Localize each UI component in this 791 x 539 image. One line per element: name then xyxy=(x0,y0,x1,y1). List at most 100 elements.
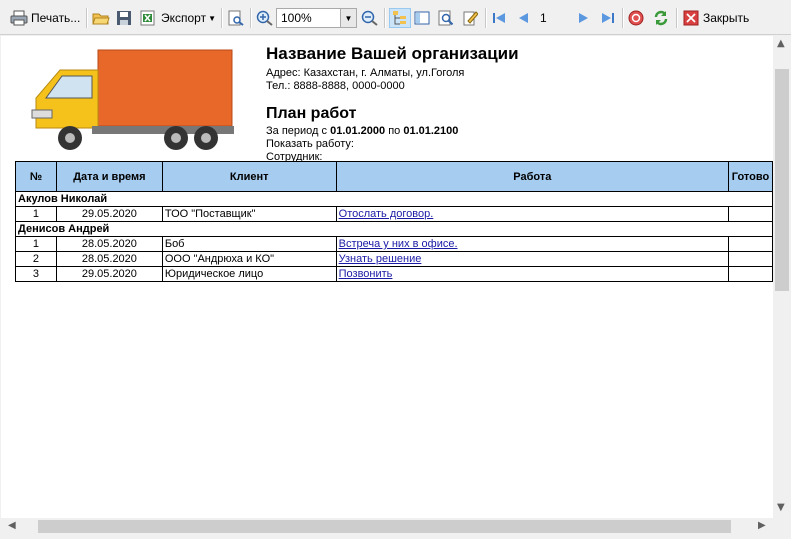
row-number: 3 xyxy=(15,266,57,282)
scroll-down-icon[interactable]: ▼ xyxy=(777,502,785,513)
previous-page-button[interactable] xyxy=(515,8,531,28)
scrollbar-corner xyxy=(773,518,791,535)
find-button[interactable] xyxy=(438,8,454,28)
period-to: 01.01.2100 xyxy=(403,125,459,137)
last-page-button[interactable] xyxy=(600,8,616,28)
zoom-in-button[interactable] xyxy=(256,8,274,28)
vertical-scrollbar[interactable]: ▲ ▼ xyxy=(773,36,791,518)
close-icon xyxy=(683,10,699,26)
show-work-label: Показать работу: xyxy=(266,138,354,150)
work-plan-table: № Дата и время Клиент Работа Готово Акул… xyxy=(15,161,773,282)
next-page-button[interactable] xyxy=(576,8,592,28)
horizontal-scrollbar[interactable]: ◀ ▶ xyxy=(0,518,773,535)
row-client: Боб xyxy=(161,236,337,252)
table-row: 3 29.05.2020 Юридическое лицо Позвонить xyxy=(15,266,773,282)
scroll-left-icon[interactable]: ◀ xyxy=(8,520,16,531)
first-page-icon xyxy=(493,13,505,23)
export-icon xyxy=(140,10,155,26)
org-phone: Тел.: 8888-8888, 0000-0000 xyxy=(266,80,405,92)
zoom-value: 100% xyxy=(281,11,312,25)
work-link[interactable]: Встреча у них в офисе. xyxy=(339,238,458,250)
table-row: 2 28.05.2020 ООО "Андрюха и КО" Узнать р… xyxy=(15,251,773,267)
page-preview-icon xyxy=(228,10,244,26)
row-done xyxy=(727,266,773,282)
row-client: ООО "Андрюха и КО" xyxy=(161,251,337,267)
scroll-up-icon[interactable]: ▲ xyxy=(777,38,785,49)
save-button[interactable] xyxy=(116,8,132,28)
last-page-icon xyxy=(602,13,614,23)
report-header: Название Вашей организации Адрес: Казахс… xyxy=(266,44,519,164)
table-row: 1 28.05.2020 Боб Встреча у них в офисе. xyxy=(15,236,773,252)
edit-button[interactable] xyxy=(462,8,478,28)
refresh-icon xyxy=(654,10,668,26)
stop-icon xyxy=(628,10,644,26)
zoom-in-icon xyxy=(256,10,273,26)
page-layout-icon xyxy=(414,11,430,25)
org-address: Адрес: Казахстан, г. Алматы, ул.Гоголя xyxy=(266,67,465,79)
header-done: Готово xyxy=(727,161,773,192)
chevron-down-icon[interactable]: ▼ xyxy=(340,9,356,27)
print-button[interactable]: Печать... xyxy=(10,8,80,28)
open-button[interactable] xyxy=(92,8,110,28)
row-date: 29.05.2020 xyxy=(55,266,163,282)
export-button[interactable]: Экспорт ▼ xyxy=(140,8,216,28)
first-page-button[interactable] xyxy=(491,8,507,28)
truck-logo xyxy=(31,49,234,150)
work-link[interactable]: Отослать договор. xyxy=(339,208,434,220)
next-page-icon xyxy=(579,13,588,23)
group-name: Акулов Николай xyxy=(15,191,773,207)
row-done xyxy=(727,251,773,267)
zoom-select[interactable]: 100% ▼ xyxy=(276,8,357,28)
edit-icon xyxy=(463,11,478,26)
close-button[interactable]: Закрыть xyxy=(683,8,749,28)
row-date: 28.05.2020 xyxy=(55,236,163,252)
table-header-row: № Дата и время Клиент Работа Готово xyxy=(15,161,773,192)
row-number: 1 xyxy=(15,236,57,252)
report-period: За период с 01.01.2000 по 01.01.2100 xyxy=(266,125,459,137)
org-name: Название Вашей организации xyxy=(266,44,519,63)
work-link[interactable]: Позвонить xyxy=(339,268,393,280)
page-setup-button[interactable] xyxy=(227,8,245,28)
export-label: Экспорт xyxy=(161,11,207,25)
refresh-button[interactable] xyxy=(653,8,669,28)
plan-title: План работ xyxy=(266,105,357,122)
row-number: 2 xyxy=(15,251,57,267)
folder-open-icon xyxy=(92,13,110,25)
printer-icon xyxy=(10,10,28,26)
zoom-out-icon xyxy=(361,10,378,26)
find-icon xyxy=(438,10,454,26)
print-label: Печать... xyxy=(31,11,81,25)
previous-page-icon xyxy=(519,13,528,23)
header-number: № xyxy=(15,161,57,192)
horizontal-scroll-thumb[interactable] xyxy=(38,520,731,533)
header-work: Работа xyxy=(335,161,729,192)
header-date: Дата и время xyxy=(55,161,163,192)
save-icon xyxy=(117,11,131,25)
row-number: 1 xyxy=(15,206,57,222)
row-date: 29.05.2020 xyxy=(55,206,163,222)
close-label: Закрыть xyxy=(703,11,750,25)
work-link[interactable]: Узнать решение xyxy=(339,253,422,265)
row-done xyxy=(727,206,773,222)
row-client: Юридическое лицо xyxy=(161,266,337,282)
document-map-button[interactable] xyxy=(389,8,411,28)
toolbar: Печать... Экспорт ▼ 100% ▼ 1 Закрыть xyxy=(0,0,791,35)
zoom-out-button[interactable] xyxy=(361,8,379,28)
single-page-button[interactable] xyxy=(414,8,430,28)
scroll-right-icon[interactable]: ▶ xyxy=(758,520,766,531)
page-number[interactable]: 1 xyxy=(540,8,547,28)
tree-icon xyxy=(393,11,406,25)
group-row: Акулов Николай xyxy=(15,191,773,207)
table-row: 1 29.05.2020 ТОО "Поставщик" Отослать до… xyxy=(15,206,773,222)
header-client: Клиент xyxy=(161,161,337,192)
dropdown-arrow-icon: ▼ xyxy=(208,13,217,23)
row-date: 28.05.2020 xyxy=(55,251,163,267)
group-row: Денисов Андрей xyxy=(15,221,773,237)
stop-button[interactable] xyxy=(628,8,644,28)
row-client: ТОО "Поставщик" xyxy=(161,206,337,222)
group-name: Денисов Андрей xyxy=(15,221,773,237)
period-from: 01.01.2000 xyxy=(330,125,386,137)
vertical-scroll-thumb[interactable] xyxy=(775,69,789,291)
report-page: Название Вашей организации Адрес: Казахс… xyxy=(1,36,773,518)
row-done xyxy=(727,236,773,252)
